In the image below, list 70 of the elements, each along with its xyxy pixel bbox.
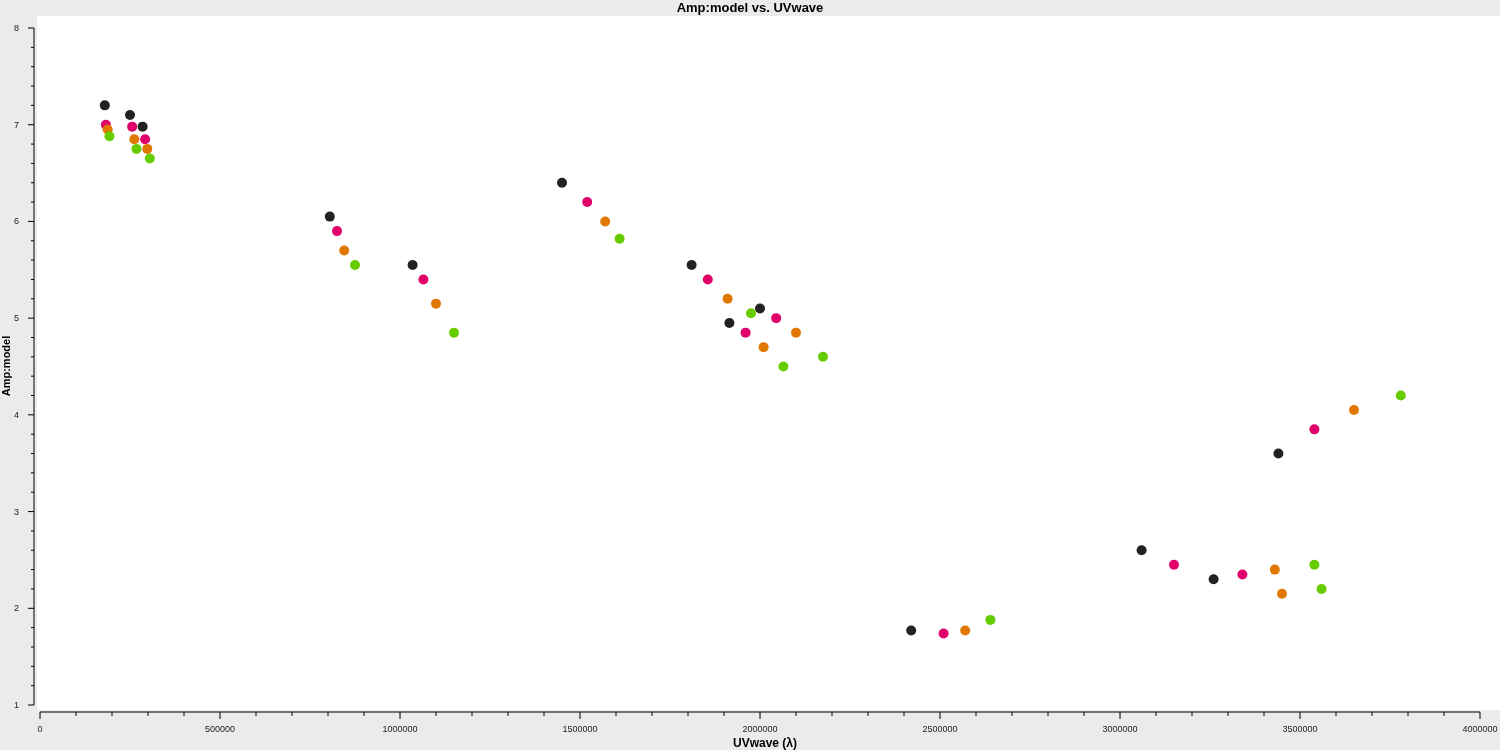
x-axis-label: UVwave (λ) xyxy=(733,736,797,750)
data-point xyxy=(1208,574,1219,585)
data-point xyxy=(818,351,828,362)
data-point xyxy=(1395,390,1406,401)
data-point xyxy=(129,134,140,145)
data-point xyxy=(1349,405,1359,415)
data-point xyxy=(1277,588,1287,599)
data-point xyxy=(985,614,996,625)
data-point xyxy=(144,153,155,164)
data-point xyxy=(746,308,756,319)
data-point xyxy=(778,361,789,372)
data-point xyxy=(104,131,115,142)
data-point xyxy=(99,100,110,111)
y-tick-label: 5 xyxy=(14,313,19,324)
data-point xyxy=(722,293,733,304)
data-point xyxy=(1316,583,1327,594)
data-point xyxy=(1269,564,1280,575)
data-point xyxy=(1309,424,1320,435)
data-point xyxy=(332,226,342,237)
data-point xyxy=(1309,559,1320,570)
data-point xyxy=(137,121,148,132)
data-point xyxy=(407,259,418,270)
y-tick-label: 8 xyxy=(14,23,19,33)
y-tick-label: 4 xyxy=(14,409,19,420)
data-point xyxy=(1136,545,1147,556)
data-point xyxy=(1237,569,1248,580)
data-point xyxy=(740,327,751,338)
data-point xyxy=(758,342,769,353)
x-tick-label: 0 xyxy=(37,724,43,734)
x-tick-label: 2500000 xyxy=(922,724,958,734)
data-point xyxy=(431,298,441,309)
x-tick-label: 1500000 xyxy=(562,724,598,734)
data-point xyxy=(960,625,971,636)
data-point xyxy=(127,121,138,132)
y-tick-label: 2 xyxy=(14,603,19,614)
data-point xyxy=(771,313,782,324)
data-point xyxy=(582,197,593,208)
y-tick-label: 7 xyxy=(14,119,19,130)
data-point xyxy=(1169,559,1179,570)
data-point xyxy=(449,327,459,338)
x-tick-label: 2000000 xyxy=(742,724,778,734)
data-point xyxy=(418,274,429,285)
y-tick-label: 6 xyxy=(14,216,19,227)
data-point xyxy=(339,245,350,256)
data-point xyxy=(350,259,360,270)
y-axis-label: Amp:model xyxy=(0,335,12,397)
data-point xyxy=(324,211,335,222)
data-point xyxy=(702,274,713,285)
data-point xyxy=(906,625,917,636)
y-tick-label: 1 xyxy=(14,700,19,710)
x-tick-label: 1000000 xyxy=(382,724,418,734)
data-point xyxy=(938,628,949,639)
x-tick-label: 4000000 xyxy=(1462,724,1498,734)
data-point xyxy=(142,143,153,154)
data-point xyxy=(557,177,567,188)
data-point xyxy=(140,134,151,145)
data-point xyxy=(614,233,625,244)
data-point xyxy=(724,318,735,328)
data-point xyxy=(125,110,135,121)
x-tick-label: 500000 xyxy=(205,724,235,734)
data-point xyxy=(1273,448,1284,459)
x-tick-label: 3500000 xyxy=(1282,724,1318,734)
data-point xyxy=(791,327,801,338)
y-tick-label: 3 xyxy=(14,506,19,517)
data-point xyxy=(600,216,611,227)
data-point xyxy=(686,259,697,270)
chart-title: Amp:model vs. UVwave xyxy=(676,0,824,15)
data-point xyxy=(131,143,142,154)
x-tick-label: 3000000 xyxy=(1102,724,1138,734)
data-point xyxy=(755,303,765,314)
